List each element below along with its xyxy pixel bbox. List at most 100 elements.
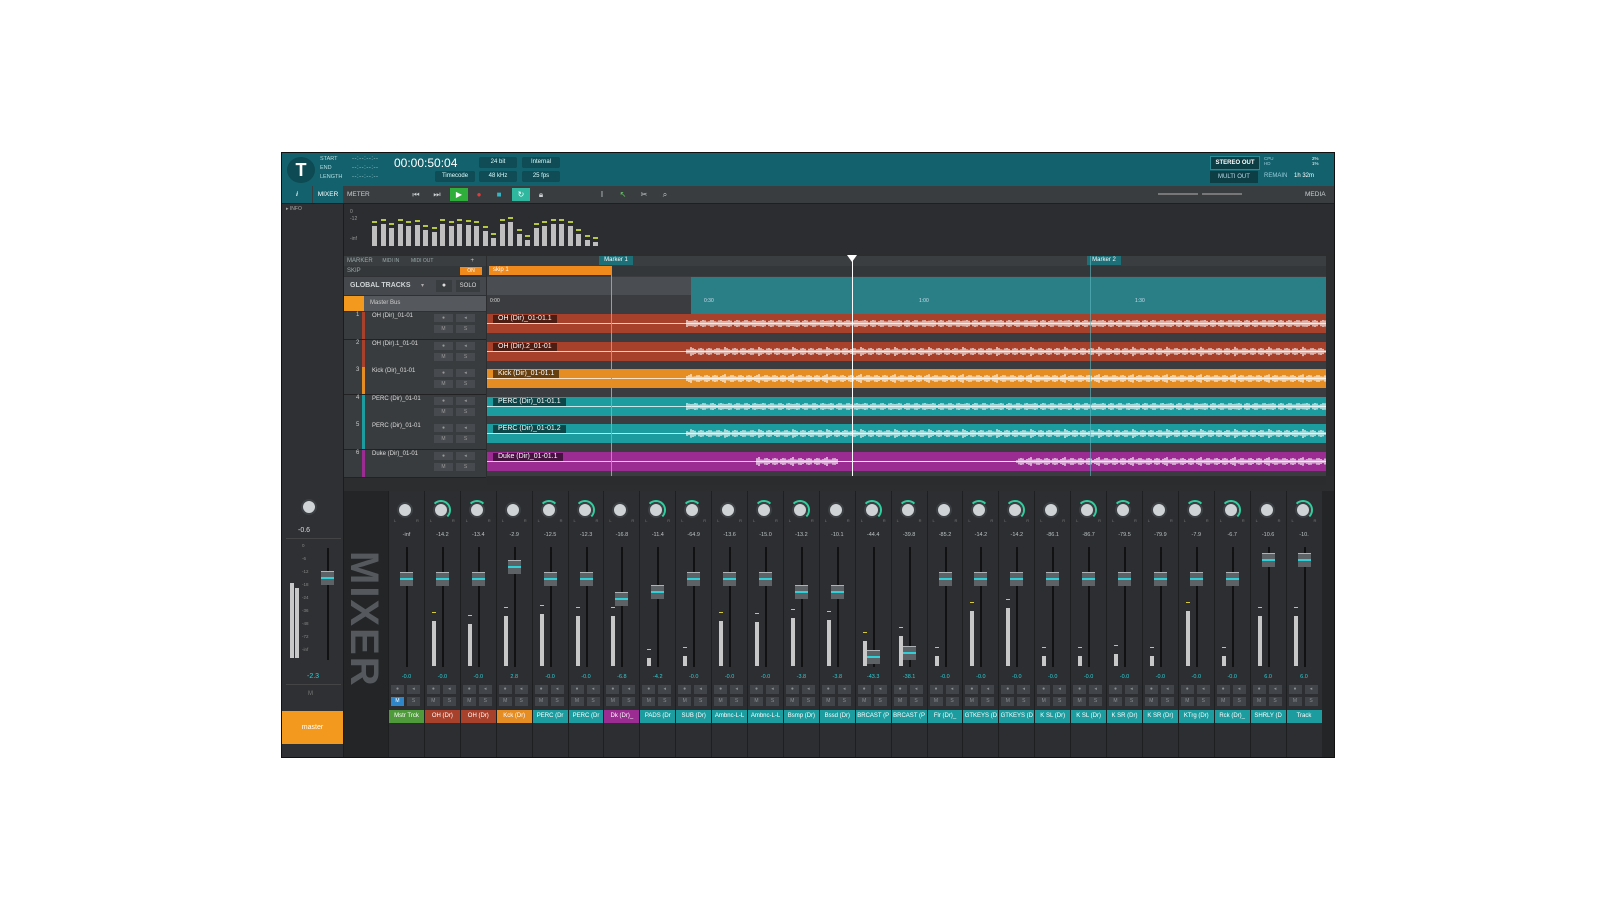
mute-button[interactable]: M: [750, 697, 763, 706]
pan-knob[interactable]: [1150, 502, 1167, 518]
track-monitor-icon[interactable]: ◂: [456, 341, 475, 350]
track-name[interactable]: PERC (Dir)_01-01: [372, 423, 421, 429]
mute-button[interactable]: M: [606, 697, 620, 706]
start-value[interactable]: --:--:--:--: [352, 156, 379, 162]
track-solo-button[interactable]: S: [456, 380, 475, 388]
record-arm-icon[interactable]: ●: [857, 685, 871, 694]
channel-name-badge[interactable]: Bssd (Dr): [819, 710, 855, 723]
channel-name-badge[interactable]: Flr (Dr)_: [927, 710, 963, 723]
monitor-icon[interactable]: ◂: [1125, 685, 1138, 694]
pan-knob[interactable]: [576, 502, 593, 518]
fader-db-readout[interactable]: -0.0: [533, 674, 568, 680]
mute-button[interactable]: M: [1073, 697, 1087, 706]
multi-out-button[interactable]: MULTI OUT: [1210, 171, 1258, 183]
fader-db-readout[interactable]: -43.3: [856, 674, 891, 680]
mute-button[interactable]: M: [965, 697, 979, 706]
record-arm-icon[interactable]: ●: [1109, 685, 1122, 694]
pan-knob[interactable]: [397, 502, 413, 518]
volume-fader[interactable]: [830, 585, 844, 600]
master-pan-knob[interactable]: [301, 499, 317, 515]
track-header[interactable]: 5 PERC (Dir)_01-01 ● ◂ M S: [344, 422, 486, 450]
scissors-tool-icon[interactable]: ✂: [637, 188, 651, 201]
monitor-icon[interactable]: ◂: [586, 685, 600, 694]
skip-region[interactable]: skip 1: [489, 266, 611, 275]
monitor-icon[interactable]: ◂: [407, 685, 420, 694]
master-channel-badge[interactable]: master: [282, 711, 343, 744]
record-arm-icon[interactable]: ●: [929, 685, 943, 694]
fader-db-readout[interactable]: -0.0: [425, 674, 460, 680]
marker-1-flag[interactable]: Marker 1: [599, 256, 633, 265]
monitor-icon[interactable]: ◂: [837, 685, 851, 694]
solo-button[interactable]: S: [837, 697, 851, 706]
fader-db-readout[interactable]: -0.0: [963, 674, 998, 680]
fader-db-readout[interactable]: 6.0: [1287, 674, 1322, 680]
track-mute-button[interactable]: M: [434, 407, 453, 416]
clock-source-button[interactable]: Internal: [522, 157, 560, 168]
monitor-icon[interactable]: ◂: [514, 685, 528, 694]
fader-db-readout[interactable]: -0.0: [999, 674, 1034, 680]
volume-fader[interactable]: [902, 645, 916, 660]
monitor-icon[interactable]: ◂: [478, 685, 492, 694]
record-arm-icon[interactable]: ●: [785, 685, 799, 694]
lock-icon[interactable]: 🔒︎: [534, 188, 548, 201]
volume-fader[interactable]: [1297, 552, 1311, 567]
fader-db-readout[interactable]: -6.8: [604, 674, 639, 680]
loop-range[interactable]: [691, 277, 1326, 314]
volume-fader[interactable]: [435, 571, 449, 586]
solo-button[interactable]: S: [442, 697, 456, 706]
channel-name-badge[interactable]: K SL (Dr): [1071, 710, 1107, 723]
monitor-icon[interactable]: ◂: [981, 685, 995, 694]
mute-button[interactable]: M: [893, 697, 907, 706]
record-arm-icon[interactable]: ●: [391, 685, 404, 694]
frame-rate-button[interactable]: 25 fps: [522, 171, 560, 182]
volume-fader[interactable]: [1153, 571, 1167, 586]
stereo-out-button[interactable]: STEREO OUT: [1210, 156, 1260, 170]
channel-name-badge[interactable]: Track: [1286, 710, 1322, 723]
track-monitor-icon[interactable]: ◂: [456, 396, 475, 405]
fader-db-readout[interactable]: -0.0: [748, 674, 783, 680]
fader-db-readout[interactable]: -0.0: [676, 674, 711, 680]
skip-on-toggle[interactable]: ON: [460, 267, 482, 275]
monitor-icon[interactable]: ◂: [1160, 685, 1174, 694]
volume-fader[interactable]: [866, 650, 880, 665]
meter-toggle-button[interactable]: METER: [347, 186, 370, 203]
midi-out-dropdown[interactable]: MIDI OUT: [411, 258, 434, 264]
volume-fader[interactable]: [400, 571, 413, 586]
fader-db-readout[interactable]: -0.0: [1215, 674, 1250, 680]
pan-knob[interactable]: [899, 502, 916, 518]
mixer-toggle-button[interactable]: MIXER: [313, 186, 343, 203]
end-value[interactable]: --:--:--:--: [352, 165, 379, 171]
solo-button[interactable]: S: [694, 697, 708, 706]
audio-clip[interactable]: PERC (Dir)_01-01.1: [487, 396, 1326, 416]
pan-knob[interactable]: [863, 502, 880, 518]
channel-name-badge[interactable]: SUB (Dr): [676, 710, 712, 723]
track-record-arm-icon[interactable]: ●: [434, 369, 453, 377]
midi-in-dropdown[interactable]: MIDI IN: [382, 258, 399, 264]
info-expander[interactable]: ▸ INFO: [286, 206, 302, 212]
zoom-tool-icon[interactable]: ⌕: [658, 188, 672, 201]
record-icon[interactable]: ●: [472, 188, 486, 201]
channel-name-badge[interactable]: PADS (Dr: [640, 710, 676, 723]
volume-fader[interactable]: [1082, 571, 1096, 586]
solo-button[interactable]: S: [909, 697, 923, 706]
pan-knob[interactable]: [791, 502, 808, 518]
monitor-icon[interactable]: ◂: [1196, 685, 1210, 694]
track-monitor-icon[interactable]: ◂: [456, 451, 475, 460]
track-mute-button[interactable]: M: [434, 380, 453, 388]
monitor-icon[interactable]: ◂: [1304, 685, 1318, 694]
solo-button[interactable]: S: [514, 697, 528, 706]
record-arm-icon[interactable]: ●: [714, 685, 728, 694]
monitor-icon[interactable]: ◂: [801, 685, 815, 694]
mute-button[interactable]: M: [714, 697, 728, 706]
solo-button[interactable]: S: [1089, 697, 1103, 706]
volume-fader[interactable]: [759, 571, 772, 586]
pan-knob[interactable]: [1222, 502, 1239, 518]
fader-db-readout[interactable]: -0.0: [389, 674, 424, 680]
fader-db-readout[interactable]: -0.0: [1179, 674, 1214, 680]
record-arm-icon[interactable]: ●: [821, 685, 835, 694]
mute-button[interactable]: M: [391, 697, 404, 706]
solo-button[interactable]: S: [407, 697, 420, 706]
mute-button[interactable]: M: [426, 697, 440, 706]
channel-name-badge[interactable]: KTrg (Dr): [1178, 710, 1214, 723]
mute-button[interactable]: M: [534, 697, 548, 706]
